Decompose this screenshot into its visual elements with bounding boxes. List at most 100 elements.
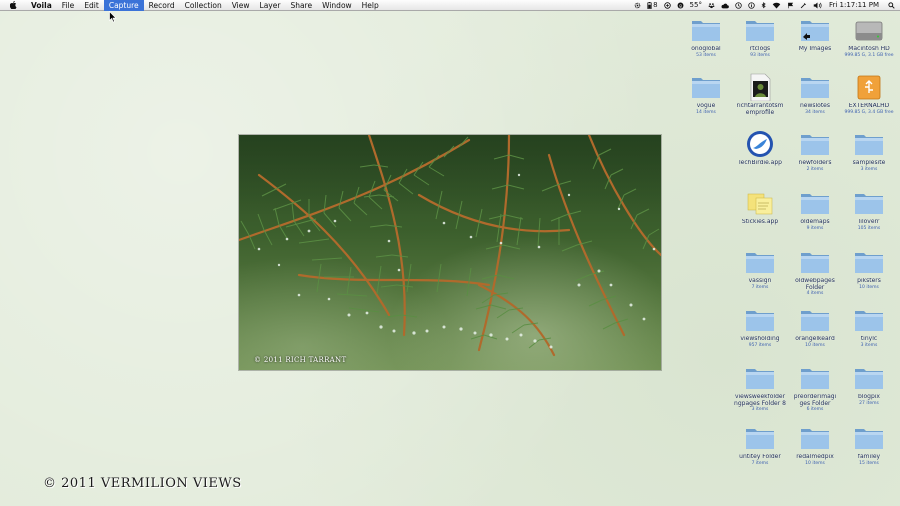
menu-capture[interactable]: Capture (103, 0, 144, 11)
folder-icon (744, 248, 776, 276)
mouse-cursor-icon (109, 11, 117, 23)
folder-icon (744, 424, 776, 452)
folder-icon (853, 424, 885, 452)
desktop-icon-label: My Images (798, 46, 832, 52)
stickies-icon (744, 189, 776, 217)
desktop-icon-folder[interactable]: oldemaps 9 items (790, 189, 840, 239)
desktop-icon-folder[interactable]: liloverr 105 items (844, 189, 894, 239)
desktop-icon-folder[interactable]: preorderimagi ges Folder 6 items (790, 364, 840, 414)
desktop-icon-folder[interactable]: samplesite 3 items (844, 130, 894, 180)
bluetooth-icon[interactable] (758, 0, 769, 11)
menu-view[interactable]: View (227, 0, 255, 11)
gmail-status-icon[interactable]: g (674, 0, 687, 11)
desktop-icon-item-count: 15 items (859, 460, 879, 466)
desktop-icon-folder[interactable]: orangelkeard 10 items (790, 306, 840, 356)
desktop-icon-folder[interactable]: viewsweekfolder ngpages Folder 83 items (734, 364, 786, 414)
desktop-icon-label: Stickies.app (741, 219, 779, 225)
desktop-icon-profile[interactable]: richtarrantotsm emprofile (735, 73, 785, 123)
desktop-icon-folder[interactable]: rtclogs 93 items (735, 16, 785, 66)
hard-drive-icon (853, 16, 885, 44)
battery-count: 8 (653, 1, 658, 9)
desktop-icon-item-count: 7 items (751, 284, 769, 290)
desktop-icon-item-count: 53 items (696, 52, 716, 58)
eyedropper-icon[interactable] (797, 0, 810, 11)
desktop-icon-item-count: 10 items (805, 342, 825, 348)
menu-share[interactable]: Share (285, 0, 317, 11)
desktop-icon-usb[interactable]: EXTERNALHD 999.85 G, 3.4 GB free (844, 73, 894, 123)
copyright-watermark: © 2011 VERMILION VIEWS (43, 476, 242, 491)
pine-branch-photo[interactable]: © 2011 RICH TARRANT (239, 135, 661, 370)
desktop-icon-item-count: 93 items (750, 52, 770, 58)
flag-status-icon[interactable] (784, 0, 797, 11)
desktop-icon-folder[interactable]: piksters 10 items (844, 248, 894, 298)
apple-menu-icon[interactable] (8, 1, 18, 9)
sync-status-icon[interactable] (661, 0, 674, 11)
folder-icon (799, 73, 831, 101)
folder-icon (799, 248, 831, 276)
menu-record[interactable]: Record (144, 0, 180, 11)
gear-status-icon[interactable] (631, 0, 644, 11)
menu-window[interactable]: Window (317, 0, 357, 11)
desktop-icon-label: preorderimagi ges Folder (793, 394, 837, 407)
folder-icon (799, 424, 831, 452)
desktop-icon-folder[interactable]: onoglobal 53 items (681, 16, 731, 66)
volume-icon[interactable] (810, 0, 825, 11)
desktop-icon-folder[interactable]: redalmedpix 10 items (790, 424, 840, 474)
desktop-icon-folder[interactable]: familey 15 items (844, 424, 894, 474)
desktop-icon-folder[interactable]: oldwebpages Folder 4 items (790, 248, 840, 298)
wifi-icon[interactable] (769, 0, 784, 11)
folder-icon (853, 306, 885, 334)
folder-icon (853, 248, 885, 276)
folder-icon (690, 16, 722, 44)
desktop-icon-folder-alias[interactable]: My Images (790, 16, 840, 66)
folder-icon (744, 364, 776, 392)
desktop-icon-app-stickies[interactable]: Stickies.app (735, 189, 785, 239)
desktop-icon-item-count: 3 items (860, 342, 878, 348)
menu-bar: Voila File Edit Capture Record Collectio… (0, 0, 900, 11)
desktop-icon-label: richtarrantotsm emprofile (736, 103, 784, 116)
desktop-icon-item-count: 3 items (860, 166, 878, 172)
desktop-icon-folder[interactable]: viewsholding 957 items (735, 306, 785, 356)
desktop-icon-folder[interactable]: newslotes 34 items (790, 73, 840, 123)
pine-branch-drawing (239, 135, 661, 357)
desktop-icon-item-count: 27 items (859, 400, 879, 406)
desktop-icon-item-count: 2 items (806, 166, 824, 172)
desktop-icon-folder[interactable]: tinylc 3 items (844, 306, 894, 356)
menu-help[interactable]: Help (357, 0, 384, 11)
desktop-icon-folder[interactable]: untitey Folder 7 items (735, 424, 785, 474)
desktop-icon-folder[interactable]: blogpix 27 items (844, 364, 894, 414)
temperature-reading[interactable]: 55° (687, 0, 705, 11)
menu-edit[interactable]: Edit (79, 0, 104, 11)
menu-clock[interactable]: Fri 1:17:11 PM (825, 0, 882, 11)
desktop-icon-harddrive[interactable]: Macintosh HD 999.85 G, 3.1 GB free (844, 16, 894, 66)
folder-icon (799, 130, 831, 158)
desktop-icon-item-count: 14 items (696, 109, 716, 115)
battery-status-icon[interactable]: 8 (644, 0, 660, 11)
menu-file[interactable]: File (57, 0, 80, 11)
menu-layer[interactable]: Layer (255, 0, 286, 11)
folder-icon (744, 306, 776, 334)
desktop-icon-item-count: 6 items (806, 407, 824, 412)
desktop-icon-label: TechBirdie.app (738, 160, 782, 166)
paw-status-icon[interactable] (705, 0, 718, 11)
folder-icon (853, 364, 885, 392)
photo-copyright: © 2011 RICH TARRANT (254, 356, 347, 364)
bird-app-icon (744, 130, 776, 158)
info-status-icon[interactable] (745, 0, 758, 11)
desktop-icon-item-count: 10 items (805, 460, 825, 466)
spotlight-icon[interactable] (882, 0, 900, 11)
desktop-icon-folder[interactable]: newfolders 2 items (790, 130, 840, 180)
desktop-icon-app-bird[interactable]: TechBirdie.app (735, 130, 785, 180)
cloud-status-icon[interactable] (718, 0, 732, 11)
menu-app-voila[interactable]: Voila (26, 0, 57, 11)
profile-document-icon (744, 73, 776, 102)
folder-icon (799, 306, 831, 334)
desktop-icon-folder[interactable]: vogue 14 items (681, 73, 731, 123)
folder-icon (799, 364, 831, 392)
desktop-icon-folder[interactable]: vassign 7 items (735, 248, 785, 298)
desktop-icon-item-count: 999.85 G, 3.4 GB free (844, 109, 894, 115)
time-machine-icon[interactable] (732, 0, 745, 11)
desktop-icon-item-count: 999.85 G, 3.1 GB free (844, 52, 894, 58)
menu-collection[interactable]: Collection (180, 0, 227, 11)
folder-alias-icon (799, 16, 831, 44)
